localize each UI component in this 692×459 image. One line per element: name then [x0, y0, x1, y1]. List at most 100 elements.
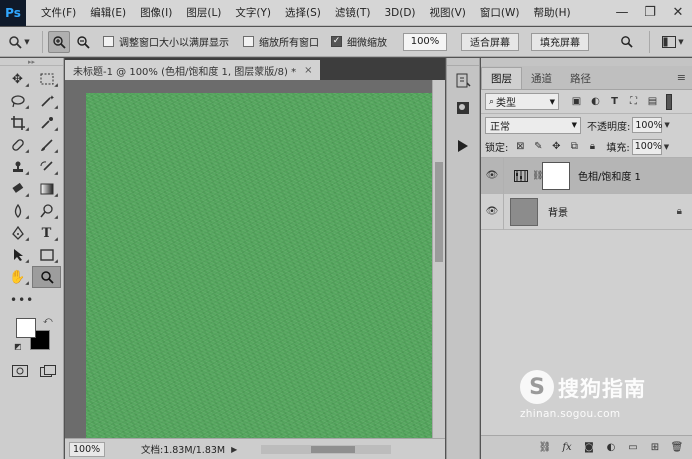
dock-grip[interactable] [447, 58, 479, 66]
tab-channels[interactable]: 通道 [522, 68, 561, 89]
menu-view[interactable]: 视图(V) [423, 5, 473, 20]
visibility-eye-icon[interactable]: 👁︎ [481, 206, 503, 217]
fill-screen-button[interactable]: 填充屏幕 [531, 32, 589, 51]
vertical-scroll-thumb[interactable] [435, 162, 443, 262]
zoom-level-field[interactable]: 100% [69, 441, 105, 457]
new-adjustment-icon[interactable]: ◐ [604, 441, 618, 455]
clone-stamp-tool[interactable] [3, 156, 32, 178]
new-layer-icon[interactable]: ⊞ [648, 441, 662, 455]
shape-filter-icon[interactable]: ⛶ [626, 94, 641, 109]
menu-window[interactable]: 窗口(W) [473, 5, 527, 20]
panel-grip[interactable] [481, 58, 692, 66]
healing-brush-tool[interactable] [3, 134, 32, 156]
lock-icon[interactable]: 🔒︎ [677, 206, 682, 217]
menu-select[interactable]: 选择(S) [278, 5, 328, 20]
document-canvas[interactable] [86, 93, 432, 438]
vertical-scrollbar[interactable] [432, 80, 445, 438]
default-colors-icon[interactable]: ◩ [14, 342, 22, 351]
close-button[interactable]: ✕ [664, 0, 692, 26]
close-icon[interactable]: × [304, 65, 312, 76]
chevron-right-icon[interactable]: ▶ [231, 445, 237, 454]
panel-menu-icon[interactable]: ≡ [677, 71, 686, 84]
layer-name[interactable]: 色相/饱和度 1 [578, 168, 641, 183]
add-mask-icon[interactable]: ◙ [582, 441, 596, 455]
actions-panel-button[interactable] [450, 134, 476, 158]
lock-artboard-icon[interactable]: ⧉ [568, 141, 580, 153]
toolbar-grip[interactable]: ▸▸ [0, 58, 63, 66]
eyedropper-tool[interactable] [32, 112, 61, 134]
fill-field[interactable]: 100% [631, 138, 662, 155]
blur-tool[interactable] [3, 200, 32, 222]
brush-tool[interactable] [32, 134, 61, 156]
minimize-button[interactable]: — [608, 0, 636, 26]
menu-file[interactable]: 文件(F) [34, 5, 83, 20]
menu-type[interactable]: 文字(Y) [228, 5, 278, 20]
blend-mode-select[interactable]: 正常 ▼ [485, 116, 581, 134]
history-panel-button[interactable] [450, 69, 476, 93]
move-tool[interactable]: ✥ [3, 68, 32, 90]
resize-windows-checkbox[interactable] [103, 36, 114, 47]
rectangle-tool[interactable] [32, 244, 61, 266]
link-layers-icon[interactable]: ⛓ [538, 441, 552, 455]
screen-mode-button[interactable] [38, 362, 58, 380]
restore-button[interactable]: ❐ [636, 0, 664, 26]
properties-panel-button[interactable] [450, 96, 476, 120]
workspace-switcher[interactable]: ▼ [654, 30, 692, 54]
lock-all-icon[interactable]: 🔒︎ [586, 141, 598, 153]
zoom-value-field[interactable]: 100% [403, 32, 447, 51]
magic-wand-tool[interactable]: ✦ [32, 90, 61, 112]
scrubby-zoom-option[interactable]: ✓ 细微缩放 [331, 34, 387, 49]
pen-tool[interactable] [3, 222, 32, 244]
lock-transparency-icon[interactable]: ⊠ [514, 141, 526, 153]
zoom-tool[interactable] [32, 266, 61, 288]
adjustment-filter-icon[interactable]: ◐ [588, 94, 603, 109]
eraser-tool[interactable] [3, 178, 32, 200]
search-button[interactable] [615, 31, 637, 53]
menu-layer[interactable]: 图层(L) [179, 5, 228, 20]
canvas-area[interactable] [65, 80, 432, 438]
fit-screen-button[interactable]: 适合屏幕 [461, 32, 519, 51]
chevron-down-icon[interactable]: ▼ [664, 143, 669, 151]
hand-tool[interactable]: ✋ [3, 266, 32, 288]
marquee-tool[interactable] [32, 68, 61, 90]
document-tab[interactable]: 未标题-1 @ 100% (色相/饱和度 1, 图层蒙版/8) * × [65, 60, 321, 80]
type-filter-icon[interactable]: T [607, 94, 622, 109]
trash-icon[interactable]: 🗑︎ [670, 441, 684, 455]
dodge-tool[interactable] [32, 200, 61, 222]
layer-name[interactable]: 背景 [548, 204, 568, 219]
visibility-eye-icon[interactable]: 👁︎ [481, 170, 503, 181]
layer-mask-thumbnail[interactable] [542, 161, 570, 190]
quick-mask-button[interactable] [10, 362, 30, 380]
scrubby-zoom-checkbox[interactable]: ✓ [331, 36, 342, 47]
menu-image[interactable]: 图像(I) [133, 5, 179, 20]
adjustment-layer-icon[interactable] [510, 169, 532, 182]
zoom-all-windows-checkbox[interactable] [243, 36, 254, 47]
lock-position-icon[interactable]: ✥ [550, 141, 562, 153]
horizontal-scroll-thumb[interactable] [311, 445, 356, 453]
resize-windows-option[interactable]: 调整窗口大小以满屏显示 [103, 34, 229, 49]
smart-object-filter-icon[interactable]: ▤ [645, 94, 660, 109]
chevron-down-icon[interactable]: ▼ [664, 121, 669, 129]
horizontal-scrollbar[interactable] [261, 444, 392, 454]
layer-thumbnail[interactable] [510, 197, 538, 226]
menu-filter[interactable]: 滤镜(T) [328, 5, 378, 20]
lock-pixels-icon[interactable]: ✎ [532, 141, 544, 153]
zoom-out-button[interactable] [72, 31, 94, 53]
layer-row-background[interactable]: 👁︎ 背景 🔒︎ [481, 193, 692, 230]
layer-filter-select[interactable]: ⌕ 类型 ▼ [485, 93, 559, 110]
swap-colors-icon[interactable]: ⤺ [43, 316, 53, 326]
gradient-tool[interactable] [32, 178, 61, 200]
foreground-color-swatch[interactable] [16, 318, 36, 338]
zoom-in-button[interactable] [48, 30, 70, 53]
layer-style-fx-icon[interactable]: fx [560, 441, 574, 455]
tab-paths[interactable]: 路径 [561, 68, 600, 89]
menu-help[interactable]: 帮助(H) [527, 5, 578, 20]
crop-tool[interactable] [3, 112, 32, 134]
tool-preset-picker[interactable]: ▼ [0, 30, 38, 54]
edit-toolbar-button[interactable]: ••• [0, 290, 63, 310]
tab-layers[interactable]: 图层 [481, 67, 522, 89]
type-tool[interactable]: T [32, 222, 61, 244]
chain-link-icon[interactable]: ⛓ [532, 171, 543, 181]
filter-toggle[interactable] [666, 93, 672, 110]
menu-edit[interactable]: 编辑(E) [83, 5, 133, 20]
